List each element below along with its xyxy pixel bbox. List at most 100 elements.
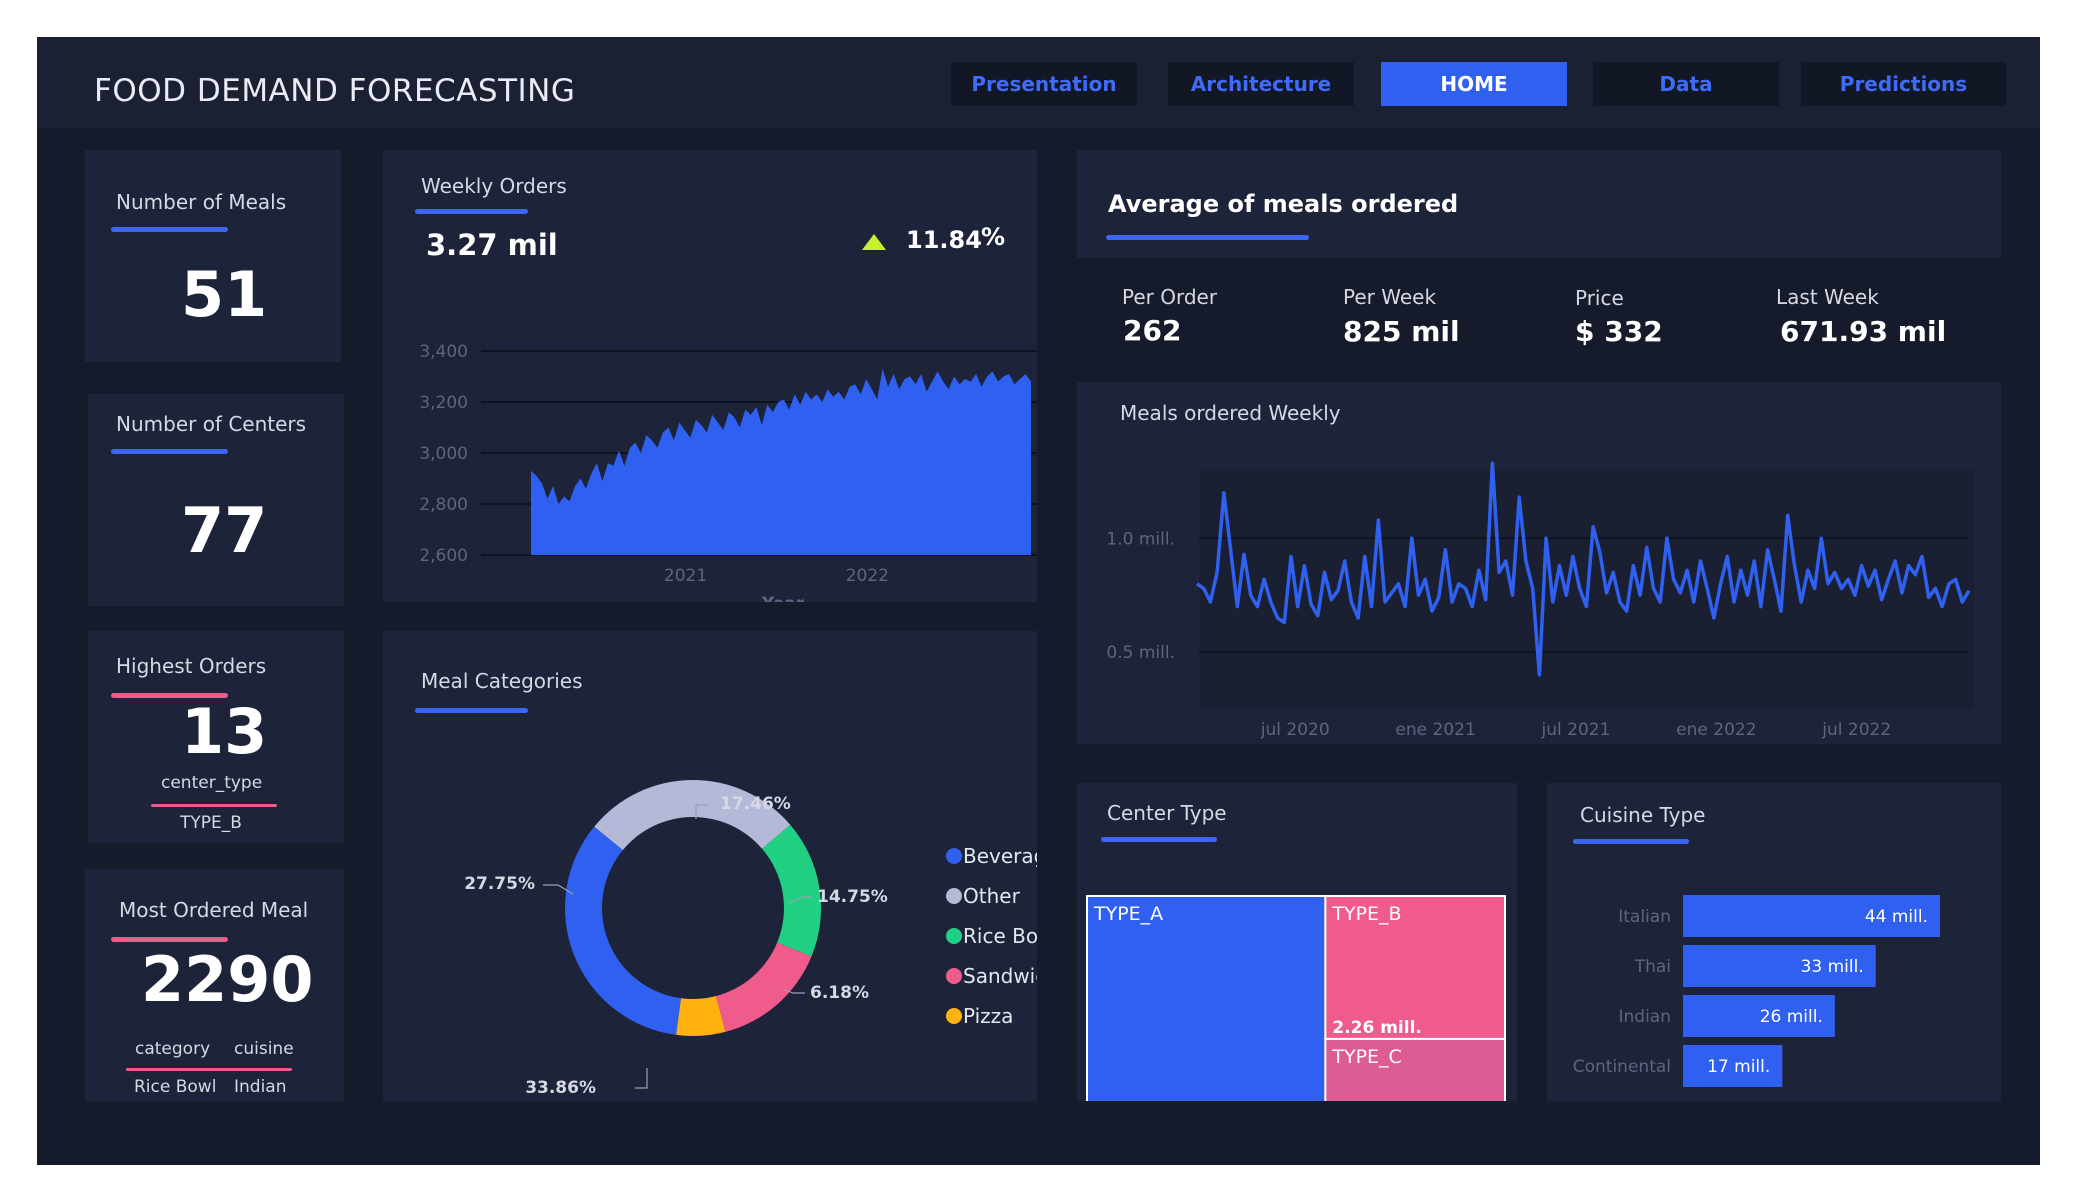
x-tick-label: ene 2021 xyxy=(1395,720,1475,740)
kpi-most-ordered-value: 2290 xyxy=(141,943,314,1016)
dashboard-frame: FOOD DEMAND FORECASTING Presentation Arc… xyxy=(37,37,2040,1165)
average-stats: Per Order 262 Per Week 825 mil Price $ 3… xyxy=(1077,258,2001,372)
kpi-most-ordered-field2: cuisine xyxy=(234,1039,294,1059)
treemap-category: TYPE_C xyxy=(1331,1046,1401,1068)
kpi-highest-card: Highest Orders 13 center_type TYPE_B xyxy=(88,631,344,843)
category-label: Thai xyxy=(1634,957,1671,977)
x-tick-label: 2021 xyxy=(664,566,707,586)
title-underline xyxy=(111,449,228,454)
meals-weekly-card: Meals ordered Weekly 0.5 mill. 1.0 mill. j… xyxy=(1077,382,2001,744)
donut-slice-beverages xyxy=(565,826,681,1035)
weekly-orders-chart: 2,600 2,800 3,000 3,200 3,400 2021 2022 Year xyxy=(419,342,1037,602)
x-tick-label: jul 2022 xyxy=(1821,720,1891,740)
kpi-most-ordered-card: Most Ordered Meal 2290 category cuisine … xyxy=(85,869,344,1101)
y-tick-label: 1.0 mill. xyxy=(1106,529,1175,549)
cuisine-type-card: Cuisine Type 44 mill. Italian 33 mill. Thai… xyxy=(1547,783,2001,1101)
title-underline xyxy=(111,227,228,232)
x-tick-label: jul 2020 xyxy=(1260,720,1330,740)
field-divider xyxy=(151,804,277,807)
legend-label: Rice Bowl xyxy=(963,924,1037,948)
kpi-highest-title: Highest Orders xyxy=(116,654,267,678)
nav-presentation-button[interactable]: Presentation xyxy=(951,62,1137,106)
y-tick-label: 0.5 mill. xyxy=(1106,643,1175,663)
kpi-highest-field-value: TYPE_B xyxy=(180,813,242,833)
weekly-orders-card: Weekly Orders 3.27 mil 11.84 % 2,600 2,80… xyxy=(383,150,1037,602)
center-type-card: Center Type TYPE_A4.91 mill.TYPE_B2.26 m… xyxy=(1077,783,1517,1101)
app-title: FOOD DEMAND FORECASTING xyxy=(94,73,576,109)
stat-per-order-label: Per Order xyxy=(1122,285,1218,309)
treemap-category: TYPE_B xyxy=(1331,903,1401,925)
kpi-meals-value: 51 xyxy=(181,258,268,331)
stat-price-value: $ 332 xyxy=(1575,315,1663,348)
kpi-most-ordered-value1: Rice Bowl xyxy=(134,1077,217,1097)
stat-last-week-label: Last Week xyxy=(1776,285,1879,309)
x-tick-label: ene 2022 xyxy=(1676,720,1756,740)
legend-swatch xyxy=(946,888,962,904)
category-label: Italian xyxy=(1618,907,1671,927)
kpi-most-ordered-value2: Indian xyxy=(234,1077,287,1097)
kpi-meals-card: Number of Meals 51 xyxy=(85,150,341,362)
treemap-category: TYPE_A xyxy=(1093,903,1163,925)
kpi-centers-card: Number of Centers 77 xyxy=(88,394,344,606)
bar-value-label: 17 mill. xyxy=(1707,1057,1770,1077)
meals-weekly-chart: 0.5 mill. 1.0 mill. jul 2020 ene 2021 jul 20… xyxy=(1106,461,1974,740)
donut-slice-other xyxy=(594,780,791,851)
title-underline xyxy=(111,937,228,942)
title-underline xyxy=(1106,235,1309,240)
kpi-meals-title: Number of Meals xyxy=(116,190,287,214)
bar-value-label: 33 mill. xyxy=(1801,957,1864,977)
weekly-orders-area xyxy=(531,368,1031,555)
category-label: Continental xyxy=(1573,1057,1671,1077)
average-header: Average of meals ordered xyxy=(1077,150,2001,258)
nav-predictions-button[interactable]: Predictions xyxy=(1801,62,2006,106)
nav-home-button[interactable]: HOME xyxy=(1381,62,1567,106)
x-axis-label: Year xyxy=(761,594,805,602)
field-divider xyxy=(126,1068,292,1071)
legend-label: Other xyxy=(963,884,1021,908)
treemap-block-type_a xyxy=(1086,895,1327,1101)
category-label: Indian xyxy=(1619,1007,1672,1027)
legend-swatch xyxy=(946,928,962,944)
slice-label: 14.75% xyxy=(817,887,888,907)
kpi-highest-value: 13 xyxy=(181,695,268,768)
meal-categories-card: Meal Categories 17.46% 14.75% 6.18% 33.86% 2… xyxy=(383,631,1037,1101)
center-type-chart: TYPE_A4.91 mill.TYPE_B2.26 mill.TYPE_C1.… xyxy=(1086,895,1506,1101)
kpi-most-ordered-field1: category xyxy=(135,1039,211,1059)
stat-price-label: Price xyxy=(1575,286,1624,310)
nav-architecture-button[interactable]: Architecture xyxy=(1168,62,1354,106)
bar-value-label: 26 mill. xyxy=(1760,1007,1823,1027)
legend-label: Beverages xyxy=(963,844,1037,868)
slice-label: 33.86% xyxy=(525,1078,596,1098)
x-tick-label: 2022 xyxy=(846,566,889,586)
stat-per-order-value: 262 xyxy=(1123,314,1182,347)
y-tick-label: 3,200 xyxy=(419,393,468,413)
donut-slice-sandwich xyxy=(716,942,812,1032)
x-tick-label: jul 2021 xyxy=(1541,720,1611,740)
y-tick-label: 3,400 xyxy=(419,342,468,362)
slice-label: 6.18% xyxy=(810,983,869,1003)
slice-label: 27.75% xyxy=(464,874,535,894)
y-tick-label: 2,600 xyxy=(419,546,468,566)
stat-last-week-value: 671.93 mil xyxy=(1780,315,1947,348)
treemap-value: 2.26 mill. xyxy=(1332,1018,1422,1038)
legend-swatch xyxy=(946,968,962,984)
slice-label: 17.46% xyxy=(720,794,791,814)
stat-per-week-value: 825 mil xyxy=(1343,315,1460,348)
donut-slice-rice-bowl xyxy=(762,824,821,957)
cuisine-type-chart: 44 mill. Italian 33 mill. Thai 26 mill. India… xyxy=(1573,895,1940,1087)
bar-value-label: 44 mill. xyxy=(1865,907,1928,927)
legend-label: Pizza xyxy=(963,1004,1013,1028)
y-tick-label: 2,800 xyxy=(419,495,468,515)
kpi-most-ordered-title: Most Ordered Meal xyxy=(119,898,309,922)
meal-categories-chart: 17.46% 14.75% 6.18% 33.86% 27.75% Beverages Ot… xyxy=(464,780,1037,1098)
y-tick-label: 3,000 xyxy=(419,444,468,464)
kpi-centers-value: 77 xyxy=(181,494,268,567)
average-title: Average of meals ordered xyxy=(1108,190,1459,218)
top-bar: FOOD DEMAND FORECASTING Presentation Arc… xyxy=(37,37,2040,128)
legend-swatch xyxy=(946,1008,962,1024)
nav-data-button[interactable]: Data xyxy=(1593,62,1779,106)
kpi-highest-field: center_type xyxy=(161,773,263,793)
stat-per-week-label: Per Week xyxy=(1343,285,1437,309)
legend-swatch xyxy=(946,848,962,864)
kpi-centers-title: Number of Centers xyxy=(116,412,307,436)
